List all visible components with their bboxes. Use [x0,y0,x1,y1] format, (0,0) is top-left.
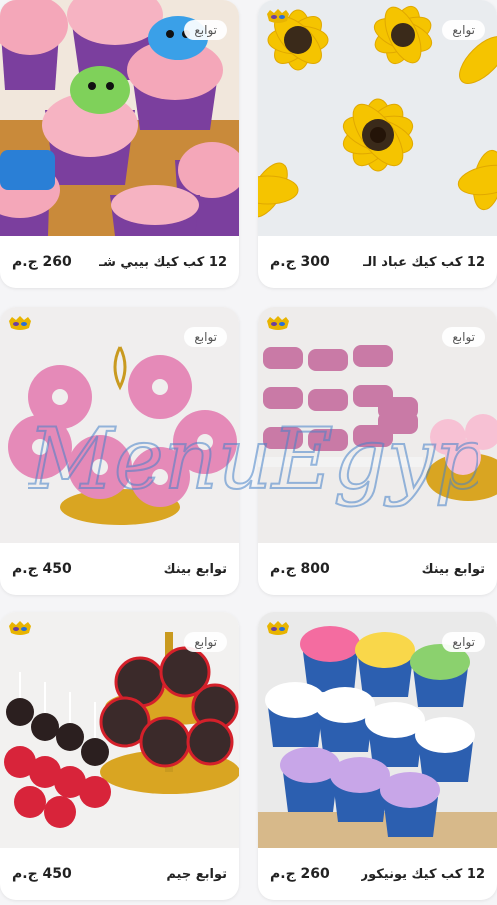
category-tag: توابع [184,327,227,347]
product-footer: 450 ج.م توابع جيم [0,848,239,900]
category-tag: توابع [442,327,485,347]
mask-logo-icon [266,316,290,332]
product-photo-gym-treats: توابع [0,612,239,848]
category-tag: توابع [184,20,227,40]
product-price: 450 ج.م [12,866,72,882]
mask-logo-icon [266,621,290,637]
product-card[interactable]: توابع 260 ج.م 12 كب كيك بيبي شـ [0,0,239,288]
product-title: 12 كب كيك عباد الـ [362,254,485,270]
category-tag: توابع [442,632,485,652]
product-footer: 800 ج.م توابع بينك [258,543,497,595]
product-footer: 260 ج.م 12 كب كيك بيبي شـ [0,236,239,288]
product-photo-unicorn-cupcakes: توابع [258,612,497,848]
product-photo-baby-shark-cupcakes: توابع [0,0,239,236]
product-title: توابع بينك [163,561,227,577]
product-grid: توابع 300 ج.م 12 كب كيك عباد الـ توابع 2… [0,0,497,905]
product-price: 260 ج.م [12,254,72,270]
product-price: 450 ج.م [12,561,72,577]
mask-logo-icon [8,316,32,332]
product-price: 260 ج.م [270,866,330,882]
product-photo-pink-donuts: توابع [0,307,239,543]
mask-logo-icon [8,621,32,637]
product-card[interactable]: توابع 450 ج.م توابع جيم [0,612,239,900]
product-card[interactable]: توابع 800 ج.م توابع بينك [258,307,497,595]
product-footer: 450 ج.م توابع بينك [0,543,239,595]
product-footer: 260 ج.م 12 كب كيك يونيكور [258,848,497,900]
product-price: 300 ج.م [270,254,330,270]
product-title: 12 كب كيك بيبي شـ [98,254,227,270]
product-card[interactable]: توابع 300 ج.م 12 كب كيك عباد الـ [258,0,497,288]
product-card[interactable]: توابع 260 ج.م 12 كب كيك يونيكور [258,612,497,900]
product-title: توابع بينك [421,561,485,577]
mask-logo-icon [266,9,290,25]
product-price: 800 ج.م [270,561,330,577]
product-card[interactable]: توابع 450 ج.م توابع بينك [0,307,239,595]
product-photo-pink-treats: توابع [258,307,497,543]
category-tag: توابع [442,20,485,40]
product-title: توابع جيم [166,866,227,882]
category-tag: توابع [184,632,227,652]
product-footer: 300 ج.م 12 كب كيك عباد الـ [258,236,497,288]
product-title: 12 كب كيك يونيكور [360,866,485,882]
product-photo-sunflower-cupcakes: توابع [258,0,497,236]
